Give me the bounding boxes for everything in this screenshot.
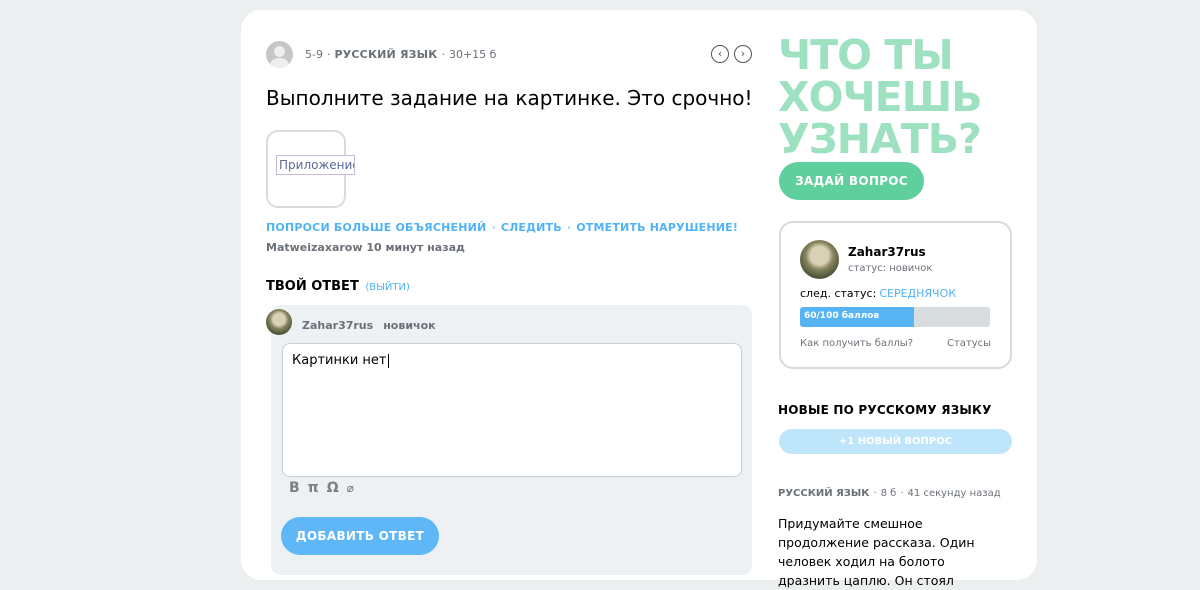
question-author-line: Matweizaxarow 10 минут назад <box>266 241 465 254</box>
question-subject[interactable]: Русский язык <box>334 48 437 61</box>
question-actions: ПОПРОСИ БОЛЬШЕ ОБЪЯСНЕНИЙ · СЛЕДИТЬ · ОТМЕТИ… <box>266 221 739 234</box>
question-time: 10 минут назад <box>366 241 465 254</box>
attach-icon[interactable]: ⌀ <box>347 481 354 495</box>
profile-status: статус: новичок <box>848 263 933 274</box>
math-icon[interactable]: π <box>308 480 319 496</box>
next-status: след. статус: СЕРЕДНЯЧОК <box>800 287 956 300</box>
your-answer-title: ТВОЙ ОТВЕТ <box>266 279 359 294</box>
follow-link[interactable]: СЛЕДИТЬ <box>501 221 562 234</box>
feed-item-time: 41 секунду назад <box>907 488 1001 499</box>
next-status-value[interactable]: СЕРЕДНЯЧОК <box>879 287 956 300</box>
answerer-avatar[interactable] <box>266 309 292 335</box>
attachment-broken-image[interactable]: Приложение <box>276 155 355 175</box>
feed-item-subject[interactable]: Русский язык <box>778 488 869 499</box>
answer-rank: новичок <box>383 319 436 332</box>
bold-icon[interactable]: B <box>289 480 300 496</box>
ask-more-explanations-link[interactable]: ПОПРОСИ БОЛЬШЕ ОБЪЯСНЕНИЙ <box>266 221 486 234</box>
text-caret <box>388 353 390 368</box>
how-to-get-points-link[interactable]: Как получить баллы? <box>800 338 913 349</box>
omega-icon[interactable]: Ω <box>327 480 339 496</box>
new-questions-title: НОВЫЕ ПО РУССКОМУ ЯЗЫКУ <box>778 403 992 417</box>
ask-question-button[interactable]: ЗАДАЙ ВОПРОС <box>779 162 924 200</box>
question-meta: 5-9 · Русский язык · 30+15 б <box>305 48 497 61</box>
new-question-button[interactable]: +1 НОВЫЙ ВОПРОС <box>779 429 1012 454</box>
editor-toolbar: Bπ Ω ⌀ <box>289 480 362 496</box>
profile-name[interactable]: Zahar37rus <box>848 245 926 259</box>
question-grade[interactable]: 5-9 <box>305 48 323 61</box>
logout-link[interactable]: (ВЫЙТИ) <box>365 282 410 293</box>
answer-user-info: Zahar37rus новичок <box>302 319 436 332</box>
your-answer-heading: ТВОЙ ОТВЕТ (ВЫЙТИ) <box>266 279 410 294</box>
ask-headline: ЧТО ТЫ ХОЧЕШЬ УЗНАТЬ? <box>778 31 983 163</box>
answer-textarea[interactable]: Картинки нет <box>282 343 742 477</box>
next-question-icon[interactable]: › <box>734 45 752 63</box>
feed-item-text[interactable]: Придумайте смешное продолжение рассказа.… <box>778 514 1003 590</box>
statuses-link[interactable]: Статусы <box>947 338 991 349</box>
feed-item-points: 8 б <box>880 488 897 499</box>
next-status-label: след. статус: <box>800 287 877 300</box>
answer-username[interactable]: Zahar37rus <box>302 319 373 332</box>
prev-question-icon[interactable]: ‹ <box>711 45 729 63</box>
add-answer-button[interactable]: ДОБАВИТЬ ОТВЕТ <box>281 517 439 555</box>
question-text: Выполните задание на картинке. Это срочн… <box>266 86 753 110</box>
points-progress-label: 60/100 баллов <box>804 311 880 321</box>
question-author[interactable]: Matweizaxarow <box>266 241 363 254</box>
report-link[interactable]: ОТМЕТИТЬ НАРУШЕНИЕ! <box>576 221 738 234</box>
profile-avatar[interactable] <box>800 240 839 279</box>
answer-text[interactable]: Картинки нет <box>292 353 386 368</box>
question-points: 30+15 б <box>448 48 497 61</box>
feed-item-meta: Русский язык · 8 б · 41 секунду назад <box>778 488 1001 499</box>
asker-avatar[interactable] <box>266 41 293 68</box>
